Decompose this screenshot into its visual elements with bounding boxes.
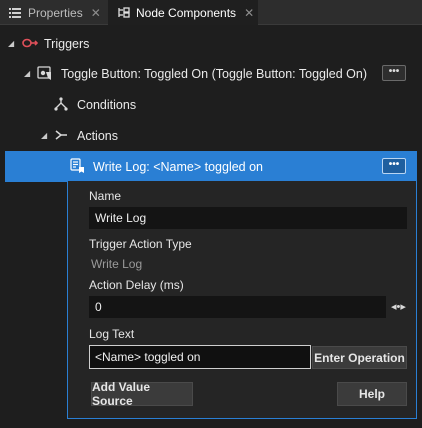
help-button[interactable]: Help bbox=[337, 382, 407, 406]
tree-row-trigger-item[interactable]: ◢ Toggle Button: Toggled On (Toggle Butt… bbox=[0, 58, 422, 89]
tab-node-components-label: Node Components bbox=[136, 5, 237, 20]
actions-label: Actions bbox=[77, 128, 118, 143]
tree-row-conditions[interactable]: Conditions bbox=[0, 89, 422, 120]
more-options-button[interactable]: ••• bbox=[382, 158, 406, 174]
expand-arrow-icon[interactable]: ◢ bbox=[8, 40, 16, 48]
tree-row-action-item[interactable]: Write Log: <Name> toggled on ••• bbox=[5, 151, 417, 182]
action-details-panel: Name Write Log Trigger Action Type Write… bbox=[67, 181, 417, 419]
enter-operation-button[interactable]: Enter Operation bbox=[312, 346, 407, 369]
write-log-icon bbox=[69, 158, 85, 174]
more-options-button[interactable]: ••• bbox=[382, 65, 406, 81]
node-components-icon bbox=[116, 6, 130, 20]
tab-properties[interactable]: Properties ✕ bbox=[0, 0, 106, 25]
tree-row-triggers[interactable]: ◢ Triggers bbox=[0, 28, 422, 59]
close-icon[interactable]: ✕ bbox=[91, 6, 101, 20]
tab-bar: Properties ✕ Node Components ✕ bbox=[0, 0, 422, 25]
tab-properties-label: Properties bbox=[28, 5, 83, 20]
trigger-item-label: Toggle Button: Toggled On (Toggle Button… bbox=[61, 66, 367, 81]
name-field[interactable]: Write Log bbox=[89, 207, 407, 229]
close-icon[interactable]: ✕ bbox=[244, 6, 254, 20]
action-item-label: Write Log: <Name> toggled on bbox=[93, 159, 264, 174]
log-text-label: Log Text bbox=[89, 327, 135, 341]
expand-arrow-icon[interactable]: ◢ bbox=[24, 70, 32, 78]
action-delay-label: Action Delay (ms) bbox=[89, 278, 184, 292]
trigger-action-type-label: Trigger Action Type bbox=[89, 237, 192, 251]
actions-icon bbox=[53, 127, 69, 143]
drag-value-icon[interactable]: ◂•▸ bbox=[391, 300, 406, 313]
list-icon bbox=[8, 6, 22, 20]
tree-row-actions[interactable]: ◢ Actions bbox=[0, 120, 422, 151]
triggers-icon bbox=[22, 35, 38, 51]
add-value-source-button[interactable]: Add Value Source bbox=[91, 380, 193, 408]
action-delay-field[interactable]: 0 bbox=[89, 296, 386, 318]
expand-arrow-icon[interactable]: ◢ bbox=[41, 132, 49, 140]
log-text-field[interactable]: <Name> toggled on bbox=[89, 345, 311, 369]
conditions-icon bbox=[53, 96, 69, 112]
tab-node-components[interactable]: Node Components ✕ bbox=[108, 0, 258, 25]
triggers-label: Triggers bbox=[44, 36, 90, 51]
name-label: Name bbox=[89, 189, 122, 203]
conditions-label: Conditions bbox=[77, 97, 137, 112]
trigger-action-type-value: Write Log bbox=[91, 257, 143, 271]
trigger-item-icon bbox=[37, 65, 53, 81]
